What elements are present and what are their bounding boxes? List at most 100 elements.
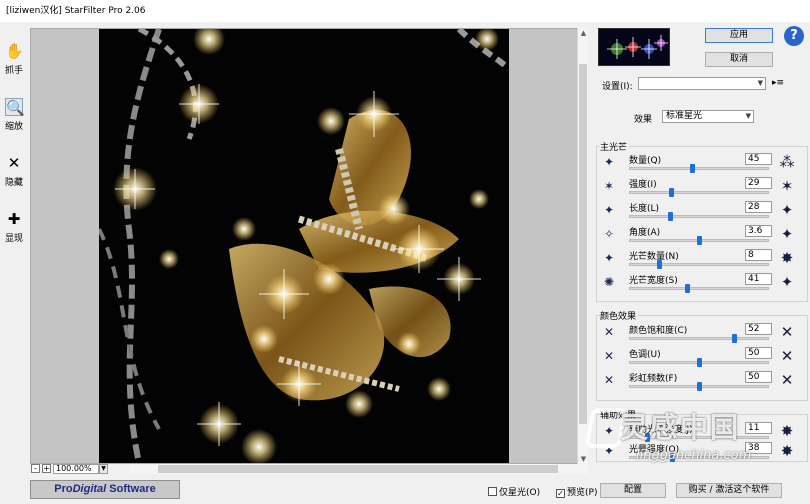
main-rays-param-value[interactable]: 45: [745, 153, 772, 165]
color-effects-slider-thumb[interactable]: [732, 334, 737, 343]
main-rays-title: 主光芒: [600, 140, 630, 153]
aux-effects-star-icon: ✦: [603, 424, 615, 438]
aux-effects-title: 辅助效果: [600, 408, 639, 421]
effect-value: 标准星光: [666, 111, 703, 121]
zoom-dropdown-icon[interactable]: ▼: [99, 464, 108, 474]
effect-dropdown[interactable]: 标准星光 ▼: [662, 110, 754, 123]
effect-label: 效果: [634, 115, 653, 125]
main-rays-slider-thumb[interactable]: [697, 236, 702, 245]
buy-activate-button[interactable]: 购买 / 激活这个软件: [676, 483, 782, 498]
main-rays-param-label: 光芒数量(N): [629, 252, 679, 262]
preview-label: 预览(P): [567, 488, 598, 498]
gem-stars-thumbnail: [599, 29, 669, 65]
only-star-label: 仅星光(O): [499, 488, 541, 498]
zoom-in-button[interactable]: +: [42, 464, 51, 473]
cancel-button[interactable]: 取消: [705, 52, 773, 67]
main-rays-param-label: 强度(I): [629, 180, 657, 190]
effect-preview-thumbnail: [598, 28, 670, 66]
only-star-box[interactable]: [488, 487, 497, 496]
tool-hand[interactable]: ✋ 抓手: [0, 42, 28, 76]
hand-icon: ✋: [5, 42, 24, 60]
aux-effects-star-icon: ✦: [603, 444, 615, 458]
aux-effects-param-value[interactable]: 11: [745, 422, 772, 434]
aux-effects-slider-thumb[interactable]: [670, 453, 675, 462]
main-rays-param-value[interactable]: 41: [745, 273, 772, 285]
aux-effects-slider-thumb[interactable]: [645, 433, 650, 442]
color-effects-param-slider[interactable]: [629, 382, 769, 391]
main-rays-param-value[interactable]: 3.6: [745, 225, 772, 237]
color-effects-param-value[interactable]: 52: [745, 323, 772, 335]
only-star-checkbox[interactable]: 仅星光(O): [488, 485, 540, 498]
main-rays-star-icon: ✶: [603, 179, 615, 193]
main-rays-param-slider[interactable]: [629, 236, 769, 245]
main-rays-star-preview-icon: ✦: [780, 201, 794, 219]
vertical-scrollbar[interactable]: ▲ ▼: [577, 28, 588, 464]
main-rays-param-slider[interactable]: [629, 284, 769, 293]
color-effects-star-preview-icon: ✕: [780, 323, 794, 341]
color-effects-star-preview-icon: ✕: [780, 371, 794, 389]
scroll-up-icon[interactable]: ▲: [578, 28, 589, 38]
brand-logo: ProDigital Software: [30, 480, 180, 499]
scroll-down-icon[interactable]: ▼: [578, 454, 589, 464]
preview-image: [99, 29, 509, 463]
brand-suffix: Software: [106, 483, 156, 495]
tool-zoom[interactable]: 🔍 缩放: [0, 98, 28, 132]
zoom-out-button[interactable]: -: [31, 464, 40, 473]
preview-canvas[interactable]: [30, 28, 588, 464]
main-rays-star-icon: ✦: [603, 155, 615, 169]
main-rays-star-preview-icon: ✦: [780, 225, 794, 243]
vertical-scroll-thumb[interactable]: [579, 64, 587, 424]
horizontal-scroll-thumb[interactable]: [158, 465, 558, 473]
main-rays-param-slider[interactable]: [629, 188, 769, 197]
main-rays-slider-thumb[interactable]: [657, 260, 662, 269]
help-icon[interactable]: ?: [784, 26, 804, 46]
tool-zoom-label: 缩放: [4, 122, 23, 132]
main-rays-param-value[interactable]: 29: [745, 177, 772, 189]
color-effects-param-value[interactable]: 50: [745, 371, 772, 383]
main-rays-slider-thumb[interactable]: [690, 164, 695, 173]
color-effects-slider-thumb[interactable]: [697, 358, 702, 367]
main-rays-param-value[interactable]: 8: [745, 249, 772, 261]
color-effects-param-slider[interactable]: [629, 358, 769, 367]
main-rays-param-slider[interactable]: [629, 212, 769, 221]
color-effects-param-value[interactable]: 50: [745, 347, 772, 359]
main-rays-star-icon: ✦: [603, 251, 615, 265]
main-rays-param-value[interactable]: 28: [745, 201, 772, 213]
aux-effects-star-preview-icon: ✸: [780, 422, 794, 440]
color-effects-slider-thumb[interactable]: [697, 382, 702, 391]
main-rays-slider-thumb[interactable]: [669, 188, 674, 197]
aux-effects-param-slider[interactable]: [629, 453, 769, 462]
main-rays-param-slider[interactable]: [629, 164, 769, 173]
color-effects-param-label: 彩虹频数(F): [629, 374, 678, 384]
aux-effects-param-value[interactable]: 38: [745, 442, 772, 454]
checkmark-icon[interactable]: ✓: [556, 489, 565, 498]
main-rays-star-preview-icon: ✸: [780, 249, 794, 267]
window-title: [liziwen汉化] StarFilter Pro 2.06: [0, 0, 810, 22]
aux-effects-param-slider[interactable]: [629, 433, 769, 442]
tool-bar: ✋ 抓手 🔍 缩放 ✕ 隐藏 ✚ 显现: [0, 28, 28, 468]
main-rays-star-icon: ✺: [603, 275, 615, 289]
main-rays-param-slider[interactable]: [629, 260, 769, 269]
main-rays-slider-thumb[interactable]: [668, 212, 673, 221]
main-rays-star-preview-icon: ✶: [780, 177, 794, 195]
config-button[interactable]: 配置: [600, 483, 666, 498]
color-effects-group: [596, 315, 808, 401]
main-rays-star-preview-icon: ⁂: [779, 153, 795, 171]
tool-show[interactable]: ✚ 显现: [0, 210, 28, 244]
zoom-level-field[interactable]: 100.00%: [53, 464, 99, 474]
jewelry-star-photo: [99, 29, 509, 463]
main-rays-param-label: 角度(A): [629, 228, 661, 238]
tool-hide[interactable]: ✕ 隐藏: [0, 154, 28, 188]
apply-button[interactable]: 应用: [705, 28, 773, 43]
settings-menu-icon[interactable]: ▸≡: [772, 78, 784, 88]
horizontal-scrollbar[interactable]: [130, 464, 588, 474]
aux-effects-param-label: 辅助光芒强度(J): [629, 425, 693, 435]
hide-icon: ✕: [7, 154, 21, 172]
color-effects-param-slider[interactable]: [629, 334, 769, 343]
main-rays-slider-thumb[interactable]: [685, 284, 690, 293]
preview-checkbox[interactable]: ✓ 预览(P): [556, 485, 597, 498]
settings-dropdown[interactable]: ▼: [638, 77, 766, 90]
color-effects-title: 颜色效果: [600, 309, 639, 322]
color-effects-param-label: 颜色饱和度(C): [629, 326, 688, 336]
aux-effects-star-preview-icon: ✸: [780, 442, 794, 460]
